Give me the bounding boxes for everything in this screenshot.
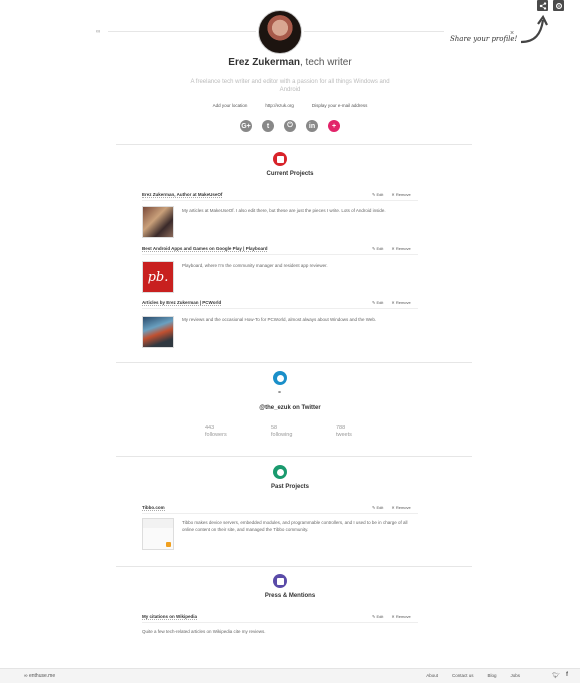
twitter-icon[interactable]: 🐦︎: [552, 672, 560, 679]
followers-label: followers: [205, 431, 227, 438]
google-plus-icon[interactable]: G+: [240, 120, 252, 132]
footer-brand-text: enthuse.me: [28, 673, 56, 679]
press-item-title[interactable]: My citations on Wikipedia: [142, 614, 197, 620]
profile-name-text: Erez Zukerman: [228, 57, 300, 68]
press-mentions-icon: [273, 574, 287, 588]
profile-role: , tech writer: [300, 57, 352, 68]
project-description: Playboard, where I'm the community manag…: [182, 263, 328, 268]
project-actions: ✎ Edit ✕ Remove: [372, 505, 411, 510]
following-label: following: [271, 431, 293, 438]
project-actions: ✎ Edit ✕ Remove: [372, 300, 411, 305]
remove-button[interactable]: ✕ Remove: [391, 246, 410, 251]
profile-meta: Add your location http://ezuk.org Displa…: [0, 103, 580, 108]
power-icon[interactable]: ⏻: [284, 120, 296, 132]
playboard-logo-text: pb.: [147, 269, 169, 285]
avatar: [258, 10, 302, 54]
edit-label: Edit: [376, 300, 384, 305]
press-item-description: Quite a few tech-related articles on Wik…: [142, 629, 266, 634]
close-hint-button[interactable]: ×: [510, 30, 514, 37]
remove-label: Remove: [395, 192, 411, 197]
website-link[interactable]: http://ezuk.org: [265, 103, 294, 108]
location-link[interactable]: Add your location: [213, 103, 248, 108]
project-title[interactable]: Best Android Apps and Games on Google Pl…: [142, 246, 268, 252]
project-title[interactable]: Erez Zukerman, Author at MakeUseOf: [142, 192, 223, 198]
share-button[interactable]: [537, 0, 548, 11]
project-title[interactable]: Tibbo.com: [142, 505, 165, 511]
project-thumbnail: pb.: [142, 261, 174, 293]
project-actions: ✎ Edit ✕ Remove: [372, 246, 411, 251]
project-description: Tibbo makes device servers, embedded mod…: [182, 520, 408, 532]
footer-brand[interactable]: ∞ enthuse.me: [24, 673, 55, 679]
footer-social: 🐦︎ f: [552, 672, 568, 679]
add-social-icon[interactable]: +: [328, 120, 340, 132]
footer-links: About Contact us Blog Jobs: [426, 673, 520, 678]
linkedin-icon[interactable]: in: [306, 120, 318, 132]
edit-button[interactable]: ✎ Edit: [372, 614, 383, 619]
edit-label: Edit: [376, 614, 384, 619]
twitter-section-icon: [273, 371, 287, 385]
project-description: My articles at MakeUseOf. I also edit th…: [182, 208, 386, 213]
press-mentions-title: Press & Mentions: [264, 593, 316, 599]
twitter-following: 58 following: [271, 425, 292, 439]
twitter-followers: 443 followers: [205, 425, 227, 439]
logo-icon: ∞: [24, 673, 28, 679]
followers-count: 443: [205, 425, 215, 431]
past-projects-icon: [273, 465, 287, 479]
remove-button[interactable]: ✕ Remove: [391, 614, 410, 619]
edit-label: Edit: [376, 505, 384, 510]
remove-label: Remove: [395, 505, 411, 510]
edit-label: Edit: [376, 192, 384, 197]
profile-bio[interactable]: A freelance tech writer and editor with …: [180, 78, 400, 95]
share-hint: Share your profile!: [450, 35, 518, 43]
press-item-actions: ✎ Edit ✕ Remove: [372, 614, 411, 619]
email-link[interactable]: Display your e-mail address: [312, 103, 368, 108]
edit-button[interactable]: ✎ Edit: [372, 505, 383, 510]
share-icon: [539, 1, 546, 10]
footer: ∞ enthuse.me About Contact us Blog Jobs …: [0, 668, 580, 683]
footer-link-about[interactable]: About: [426, 673, 438, 678]
settings-button[interactable]: [553, 0, 564, 11]
current-projects-title: Current Projects: [266, 171, 314, 177]
footer-link-jobs[interactable]: Jobs: [510, 673, 520, 678]
project-description: My reviews and the occasional How-To for…: [182, 317, 377, 322]
past-projects-title: Past Projects: [270, 484, 310, 490]
social-links: G+ t ⏻ in +: [0, 120, 580, 132]
tweets-count: 788: [336, 425, 346, 431]
current-projects-icon: [273, 152, 287, 166]
twitter-icon[interactable]: t: [262, 120, 274, 132]
twitter-tweets: 788 tweets: [336, 425, 352, 439]
remove-button[interactable]: ✕ Remove: [391, 300, 410, 305]
twitter-handle[interactable]: @the_ezuk on Twitter: [0, 405, 580, 411]
site-logo-icon[interactable]: ∞: [96, 29, 100, 35]
profile-name: Erez Zukerman, tech writer: [0, 57, 580, 68]
project-thumbnail: [142, 518, 174, 550]
remove-label: Remove: [395, 246, 411, 251]
remove-button[interactable]: ✕ Remove: [391, 192, 410, 197]
remove-button[interactable]: ✕ Remove: [391, 505, 410, 510]
project-actions: ✎ Edit ✕ Remove: [372, 192, 411, 197]
badge-icon: [166, 542, 171, 547]
project-thumbnail: [142, 316, 174, 348]
edit-button[interactable]: ✎ Edit: [372, 246, 383, 251]
remove-label: Remove: [395, 614, 411, 619]
edit-button[interactable]: ✎ Edit: [372, 192, 383, 197]
project-title[interactable]: Articles by Erez Zukerman | PCWorld: [142, 300, 222, 306]
footer-link-blog[interactable]: Blog: [487, 673, 496, 678]
edit-button[interactable]: ✎ Edit: [372, 300, 383, 305]
footer-link-contact[interactable]: Contact us: [452, 673, 474, 678]
link-icon[interactable]: ⚭: [277, 389, 282, 396]
facebook-icon[interactable]: f: [566, 672, 568, 679]
curved-arrow-icon: [520, 14, 548, 44]
gear-icon: [555, 2, 562, 9]
edit-label: Edit: [376, 246, 384, 251]
tweets-label: tweets: [336, 431, 352, 438]
project-thumbnail: [142, 206, 174, 238]
remove-label: Remove: [395, 300, 411, 305]
following-count: 58: [271, 425, 278, 431]
